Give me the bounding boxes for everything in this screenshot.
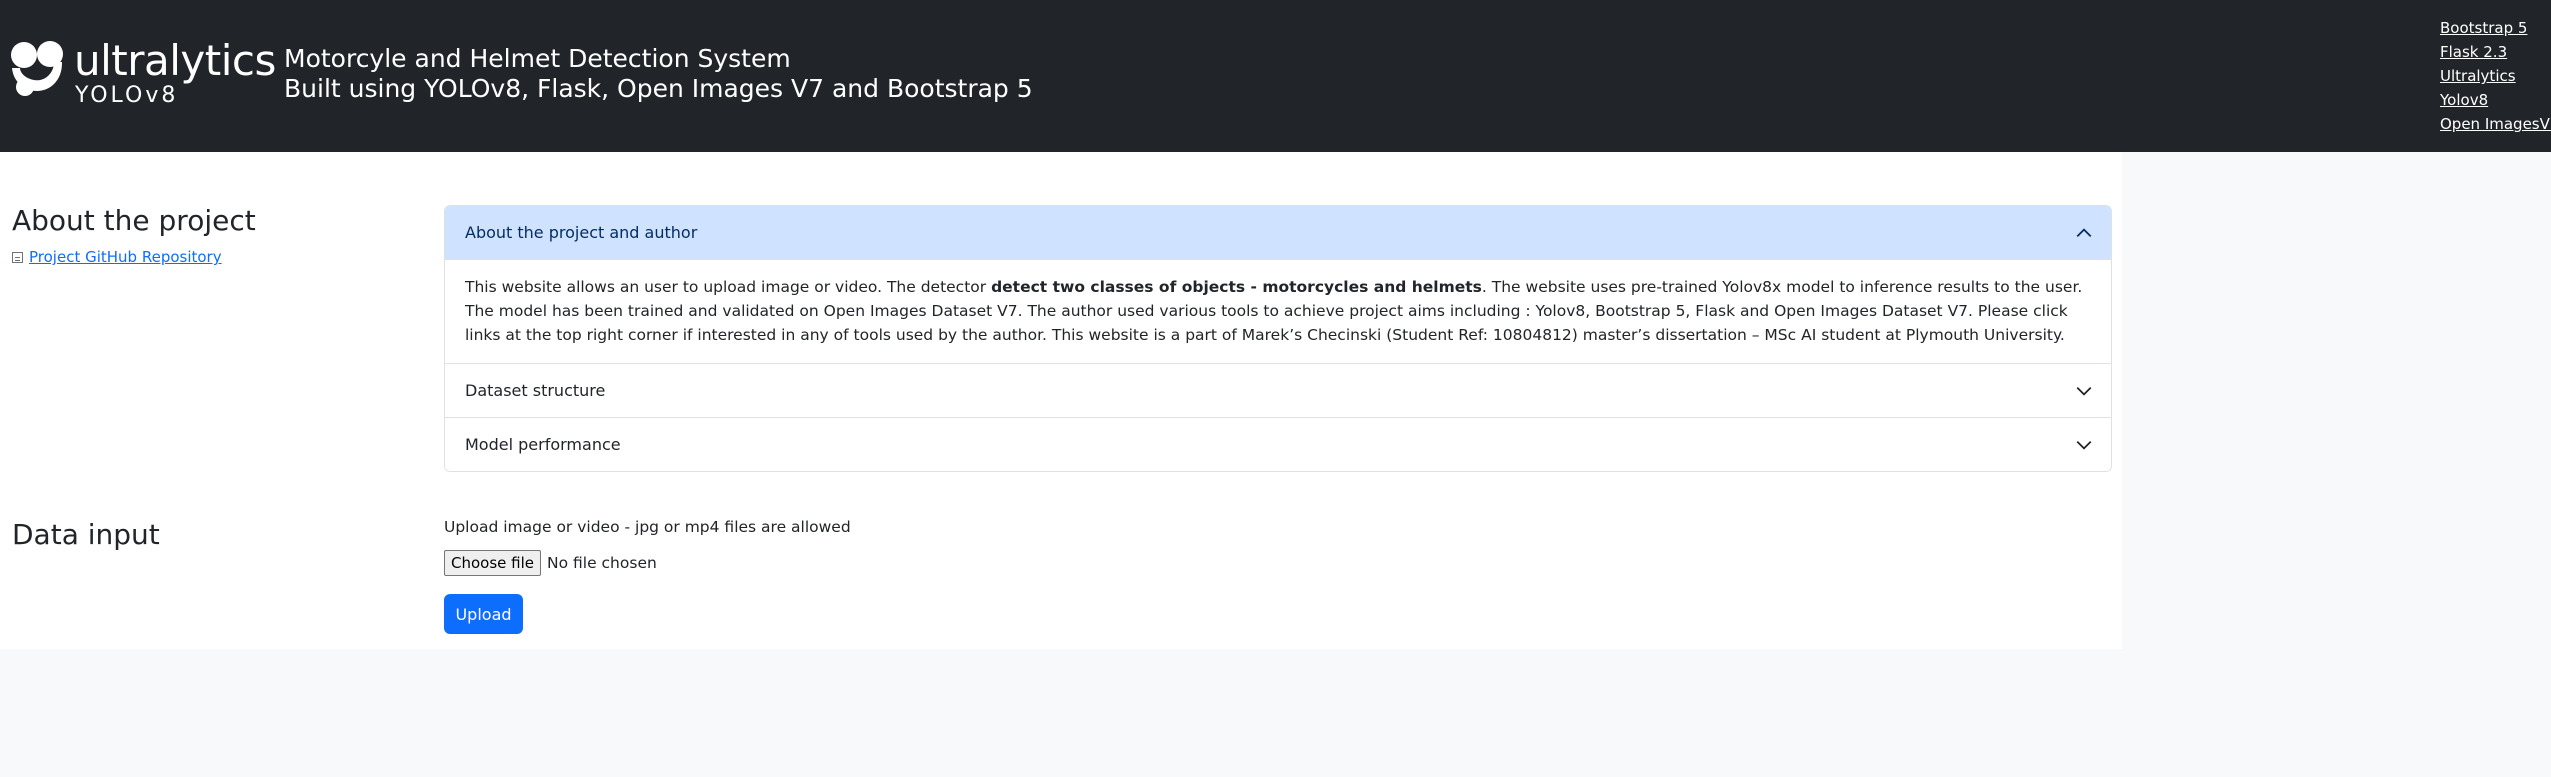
accordion-item-about: About the project and author This websit…	[445, 206, 2111, 363]
github-link-row: Project GitHub Repository	[12, 248, 222, 266]
accordion-button-about[interactable]: About the project and author	[445, 206, 2111, 259]
chevron-up-icon	[2076, 228, 2092, 238]
link-bootstrap[interactable]: Bootstrap 5	[2440, 16, 2551, 40]
ultralytics-logo: ultralytics YOLOv8	[10, 37, 276, 114]
ultralytics-logo-icon	[11, 41, 63, 96]
navbar: ultralytics YOLOv8 Motorcyle and Helmet …	[0, 0, 2551, 152]
upload-button[interactable]: Upload	[444, 594, 523, 634]
link-yolov8[interactable]: Yolov8	[2440, 88, 2551, 112]
accordion-title: Model performance	[465, 435, 621, 454]
data-input-heading: Data input	[12, 518, 160, 551]
upload-label: Upload image or video - jpg or mp4 files…	[444, 518, 851, 536]
file-input: Choose file No file chosen	[444, 550, 657, 576]
link-flask[interactable]: Flask 2.3	[2440, 40, 2551, 64]
accordion-title: About the project and author	[465, 223, 698, 242]
logo-wordmark: ultralytics	[74, 36, 276, 85]
chevron-down-icon	[2076, 440, 2092, 450]
title-line-2: Built using YOLOv8, Flask, Open Images V…	[284, 74, 1033, 103]
accordion-button-performance[interactable]: Model performance	[445, 418, 2111, 471]
body-text-start: This website allows an user to upload im…	[465, 278, 992, 296]
accordion-button-dataset[interactable]: Dataset structure	[445, 364, 2111, 417]
main-container: About the project Project GitHub Reposit…	[0, 152, 2122, 649]
title-line-1: Motorcyle and Helmet Detection System	[284, 44, 791, 73]
github-repo-link[interactable]: Project GitHub Repository	[29, 248, 222, 266]
choose-file-button[interactable]: Choose file	[444, 550, 541, 576]
accordion-item-dataset: Dataset structure	[445, 363, 2111, 417]
accordion-body-about: This website allows an user to upload im…	[445, 259, 2111, 363]
body-text-bold: detect two classes of objects - motorcyc…	[991, 278, 1482, 296]
about-heading: About the project	[12, 204, 256, 237]
link-open-images[interactable]: Open ImagesV7	[2440, 112, 2551, 136]
logo-subtitle: YOLOv8	[75, 83, 179, 108]
chevron-down-icon	[2076, 386, 2092, 396]
accordion-title: Dataset structure	[465, 381, 606, 400]
github-image-icon	[12, 252, 23, 263]
link-ultralytics[interactable]: Ultralytics	[2440, 64, 2551, 88]
file-status: No file chosen	[547, 554, 657, 572]
about-accordion: About the project and author This websit…	[444, 205, 2112, 472]
tool-links: Bootstrap 5 Flask 2.3 Ultralytics Yolov8…	[2440, 16, 2551, 136]
page-title: Motorcyle and Helmet Detection System Bu…	[284, 44, 1033, 104]
accordion-item-performance: Model performance	[445, 417, 2111, 471]
